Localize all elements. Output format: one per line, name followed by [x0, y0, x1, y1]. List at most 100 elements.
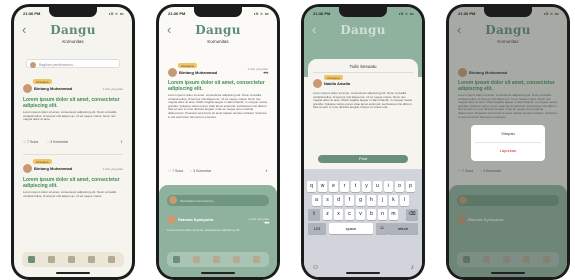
key-b[interactable]: b	[367, 209, 376, 220]
key-y[interactable]: y	[362, 181, 371, 192]
phone-options: 21:36 PM ıll ≈ ▭ ‹ Dangu Komunitas Binta…	[446, 4, 570, 280]
comment-body: Lorem ipsum dolor sit amet, consectetur …	[167, 229, 241, 232]
commenter-name: Rahmat Syahputra	[178, 217, 214, 222]
key-d[interactable]: d	[334, 195, 343, 206]
comment-icon: ◌	[47, 140, 50, 144]
post-body: Lorem ipsum dolor sit amet, consectetur …	[23, 191, 117, 198]
like-icon: ♡	[168, 169, 172, 173]
post-title: Lorem ipsum dolor sit amet, consectetur …	[23, 97, 120, 109]
options-popup: Simpan Laporkan	[471, 125, 545, 161]
post-body: Lorem ipsum dolor sit amet, consectetur …	[168, 94, 268, 119]
nav-community-icon[interactable]	[68, 256, 75, 263]
nav-home-icon[interactable]	[28, 256, 35, 263]
comment-button[interactable]: ◌ 3 Komentar	[190, 169, 211, 173]
nav-explore-icon[interactable]	[48, 256, 55, 263]
key-r[interactable]: r	[340, 181, 349, 192]
key-q[interactable]: q	[307, 181, 316, 192]
phone-compose: ‹ Dangu 21:36 PM ıll ≈ ▭ Tulis Sesuatu O…	[301, 4, 425, 280]
return-key[interactable]: return	[388, 223, 418, 234]
avatar	[167, 215, 176, 224]
nav-bookmark-icon[interactable]	[88, 256, 95, 263]
post-card[interactable]: Orangtua Bintang Muhammad 2 hari yang la…	[23, 77, 123, 157]
shift-key[interactable]: ⇧	[308, 209, 320, 220]
key-f[interactable]: f	[345, 195, 354, 206]
comment-count: 3 Komentar	[50, 140, 69, 144]
header: ‹ Dangu Komunitas	[14, 21, 132, 51]
key-l[interactable]: l	[400, 195, 409, 206]
like-button[interactable]: ♡ 7 Suka	[168, 169, 183, 173]
emoji-icon[interactable]: ☺	[312, 264, 319, 271]
post-button[interactable]: Post	[318, 155, 408, 163]
nav-profile-icon[interactable]	[108, 256, 115, 263]
more-icon[interactable]: •••	[264, 221, 269, 227]
avatar	[313, 79, 322, 88]
key-j[interactable]: j	[378, 195, 387, 206]
comment-placeholder: Tambahkan komentarmu...	[180, 198, 216, 203]
status-bar: 21:36 PM ıll ≈ ▭	[14, 9, 132, 19]
screen: 21:36 PM ıll ≈ ▭ ‹ Dangu Komunitas Bagik…	[14, 7, 132, 277]
stage: 21:36 PM ıll ≈ ▭ ‹ Dangu Komunitas Bagik…	[0, 0, 575, 280]
comment-button[interactable]: ◌ 3 Komentar	[47, 140, 68, 144]
key-i[interactable]: i	[384, 181, 393, 192]
comment-icon: ◌	[190, 169, 193, 173]
app-brand: Dangu	[50, 23, 96, 37]
nav-bookmark-icon[interactable]	[233, 256, 240, 263]
category-tag[interactable]: Orangtua	[324, 75, 343, 80]
key-m[interactable]: m	[389, 209, 398, 220]
key-z[interactable]: z	[323, 209, 332, 220]
numbers-key[interactable]: 123	[308, 223, 326, 234]
status-time: 21:36 PM	[458, 11, 476, 16]
bottom-nav	[167, 252, 269, 267]
share-icon[interactable]: ⇪	[265, 169, 268, 173]
nav-profile-icon[interactable]	[253, 256, 260, 263]
home-indicator	[346, 272, 380, 274]
comment-input[interactable]: Tambahkan komentarmu...	[167, 195, 269, 206]
phone-community-feed: 21:36 PM ıll ≈ ▭ ‹ Dangu Komunitas Bagik…	[11, 4, 135, 280]
comments-sheet: Tambahkan komentarmu... Rahmat Syahputra…	[159, 185, 277, 277]
report-option[interactable]: Laporkan	[471, 148, 545, 153]
backspace-key[interactable]: ⌫	[406, 209, 418, 220]
key-u[interactable]: u	[373, 181, 382, 192]
key-c[interactable]: c	[345, 209, 354, 220]
keyboard: qwertyuiop asdfghjkl zxcvbnm ⇧ ⌫ 123 spa…	[304, 169, 422, 277]
post-date: 2 hari yang lalu	[102, 87, 123, 91]
key-e[interactable]: e	[329, 181, 338, 192]
key-x[interactable]: x	[334, 209, 343, 220]
emoji-icon[interactable]: ☺	[376, 223, 388, 234]
key-h[interactable]: h	[367, 195, 376, 206]
post-card[interactable]: Orangtua Bintang Muhammad 2 hari yang la…	[23, 157, 123, 237]
comment-count: 3 Komentar	[193, 169, 212, 173]
key-n[interactable]: n	[378, 209, 387, 220]
save-option[interactable]: Simpan	[471, 131, 545, 136]
app-brand: Dangu	[195, 23, 241, 37]
like-icon: ♡	[23, 140, 27, 144]
microphone-icon[interactable]: ♪	[411, 264, 415, 271]
key-t[interactable]: t	[351, 181, 360, 192]
status-bar: 21:36 PM ıll ≈ ▭	[159, 9, 277, 19]
key-p[interactable]: p	[406, 181, 415, 192]
key-g[interactable]: g	[356, 195, 365, 206]
key-o[interactable]: o	[395, 181, 404, 192]
compose-title: Tulis Sesuatu	[349, 64, 377, 69]
more-icon[interactable]: •••	[263, 71, 268, 77]
key-s[interactable]: s	[323, 195, 332, 206]
key-v[interactable]: v	[356, 209, 365, 220]
avatar	[23, 164, 32, 173]
search-input[interactable]: Bagikan pemikiranmu...	[26, 59, 120, 68]
page-title: Komunitas	[62, 39, 84, 44]
comment-item: Rahmat Syahputra 1 hari yang lalu ••• Lo…	[167, 215, 269, 255]
compose-textarea[interactable]: Lorem ipsum dolor sit amet, consectetur …	[313, 92, 413, 146]
share-icon[interactable]: ⇪	[120, 140, 123, 144]
key-k[interactable]: k	[389, 195, 398, 206]
post-username: Bintang Muhammad	[34, 86, 73, 91]
screen: ‹ Dangu 21:36 PM ıll ≈ ▭ Tulis Sesuatu O…	[304, 7, 422, 277]
nav-home-icon[interactable]	[173, 256, 180, 263]
space-key[interactable]: space	[329, 223, 373, 234]
key-w[interactable]: w	[318, 181, 327, 192]
home-indicator	[56, 272, 90, 274]
nav-community-icon[interactable]	[213, 256, 220, 263]
home-indicator	[491, 272, 525, 274]
key-a[interactable]: a	[312, 195, 321, 206]
nav-explore-icon[interactable]	[193, 256, 200, 263]
like-button[interactable]: ♡ 7 Suka	[23, 140, 38, 144]
